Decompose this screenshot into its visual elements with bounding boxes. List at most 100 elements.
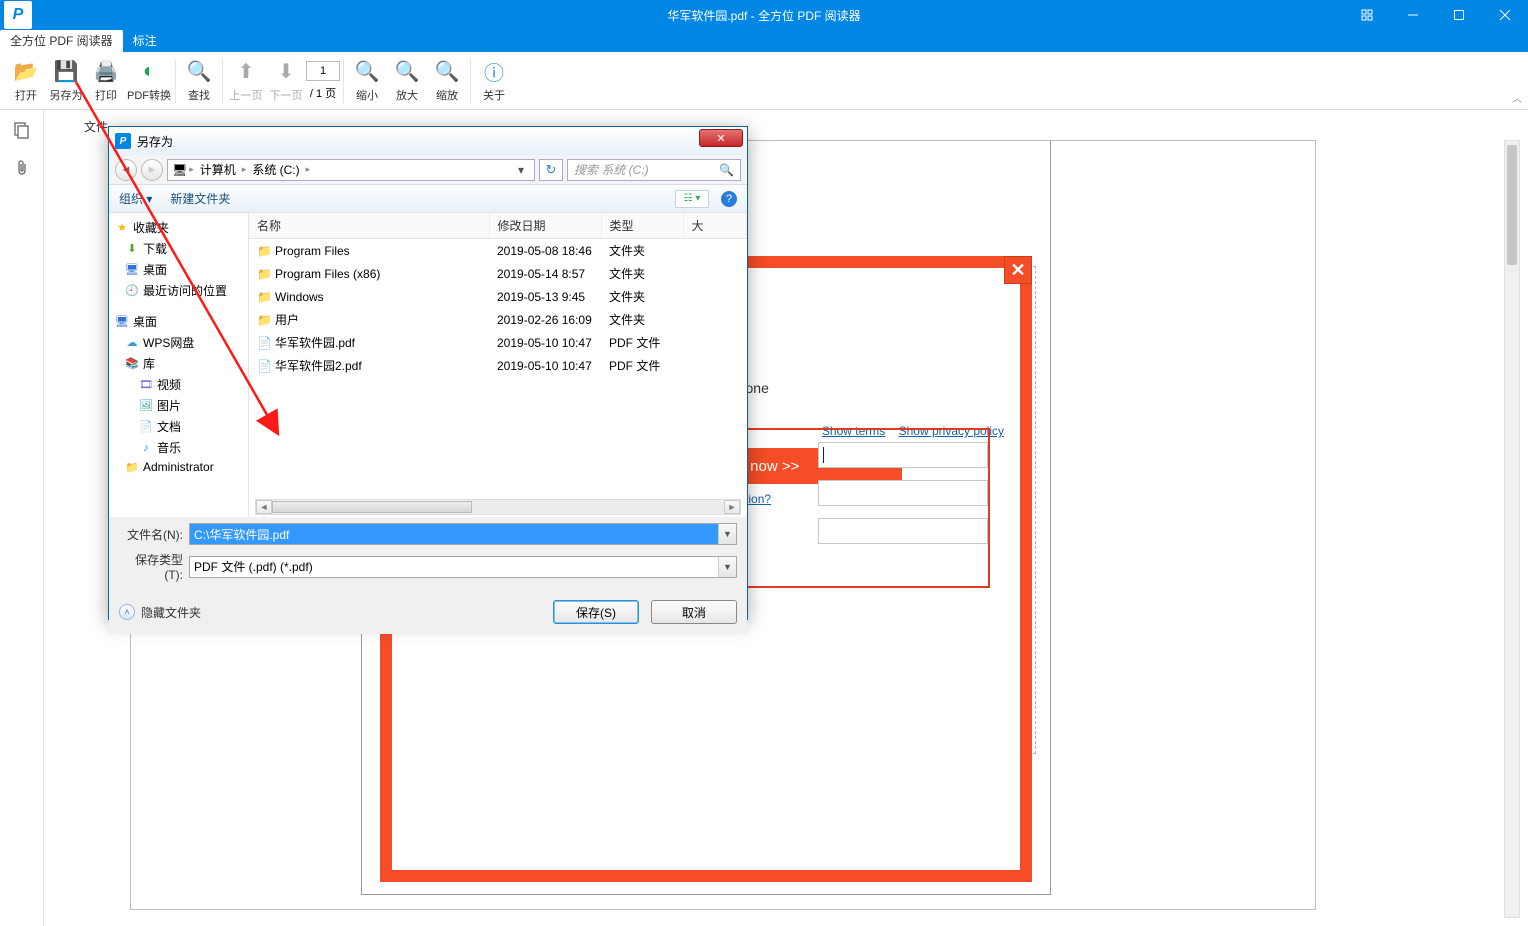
separator	[470, 59, 471, 103]
binoculars-icon: 🔍	[186, 59, 212, 85]
picture-icon: 🖼	[139, 399, 153, 413]
recent-icon: 🕘	[125, 284, 139, 298]
open-button[interactable]: 📂打开	[6, 54, 46, 108]
tree-videos[interactable]: 🎞视频	[111, 374, 246, 395]
maximize-button[interactable]	[1436, 0, 1482, 30]
dialog-app-icon: P	[115, 133, 131, 149]
filetype-label: 保存类型(T):	[119, 551, 183, 582]
zoom-dropdown-button[interactable]: 🔍缩放	[427, 54, 467, 108]
cloud-icon: ☁	[125, 336, 139, 350]
forward-button[interactable]: ►	[141, 159, 163, 181]
save-icon: 💾	[53, 59, 79, 85]
form-field-3[interactable]	[818, 518, 988, 544]
vertical-scrollbar[interactable]	[1504, 140, 1520, 918]
dialog-command-row: 组织 ▾ 新建文件夹 ☷ ▾ ?	[109, 185, 747, 213]
print-button[interactable]: 🖨️打印	[86, 54, 126, 108]
zoom-out-button[interactable]: 🔍缩小	[347, 54, 387, 108]
table-row[interactable]: 📁用户2019-02-26 16:09文件夹	[249, 308, 747, 331]
col-type[interactable]: 类型	[601, 213, 683, 239]
zoom-in-button[interactable]: 🔍放大	[387, 54, 427, 108]
tab-reader[interactable]: 全方位 PDF 阅读器	[0, 29, 123, 52]
save-button[interactable]: 保存(S)	[553, 600, 639, 624]
back-button[interactable]: ◄	[115, 159, 137, 181]
attachment-icon[interactable]	[10, 156, 34, 180]
tree-music[interactable]: ♪音乐	[111, 437, 246, 458]
files-panel-label: 文件	[84, 118, 108, 135]
star-icon: ★	[115, 221, 129, 235]
scroll-left-icon[interactable]: ◄	[256, 500, 272, 514]
form-field-2[interactable]	[818, 480, 988, 506]
convert-icon: ◐	[136, 59, 162, 85]
tree-administrator[interactable]: 📁Administrator	[111, 458, 246, 476]
new-folder-button[interactable]: 新建文件夹	[170, 190, 230, 207]
info-icon: ⓘ	[481, 59, 507, 85]
table-row[interactable]: 📄华军软件园2.pdf2019-05-10 10:47PDF 文件	[249, 354, 747, 377]
tree-desktop-fav[interactable]: 🖥桌面	[111, 259, 246, 280]
tree-desktop[interactable]: 🖥桌面	[111, 311, 246, 332]
dialog-footer: 文件名(N): C:\华军软件园.pdf▼ 保存类型(T): PDF 文件 (.…	[109, 517, 747, 634]
minimize-button[interactable]	[1390, 0, 1436, 30]
table-row[interactable]: 📄华军软件园.pdf2019-05-10 10:47PDF 文件	[249, 331, 747, 354]
prev-page-button[interactable]: ⬆上一页	[226, 54, 266, 108]
help-icon[interactable]: ?	[721, 191, 737, 207]
chevron-down-icon[interactable]: ▼	[718, 524, 736, 544]
search-input[interactable]: 搜索 系统 (C:)🔍	[567, 159, 741, 181]
horizontal-scrollbar[interactable]: ◄ ►	[255, 499, 741, 515]
breadcrumb-computer[interactable]: 计算机	[196, 161, 240, 178]
document-icon: 📄	[139, 420, 153, 434]
scrollbar-thumb[interactable]	[1507, 145, 1517, 265]
close-icon[interactable]: ✕	[1004, 256, 1032, 284]
page-current-input[interactable]: 1	[306, 61, 340, 81]
pdf-icon: 📄	[257, 359, 271, 373]
convert-button[interactable]: ◐PDF转换	[126, 54, 172, 108]
organize-menu[interactable]: 组织 ▾	[119, 190, 152, 207]
table-row[interactable]: 📁Program Files2019-05-08 18:46文件夹	[249, 239, 747, 263]
copy-icon[interactable]	[10, 118, 34, 142]
folder-icon: 📁	[257, 313, 271, 327]
form-field-1[interactable]	[818, 442, 988, 468]
dialog-body: ★收藏夹 ⬇下载 🖥桌面 🕘最近访问的位置 🖥桌面 ☁WPS网盘 📚库 🎞视频 …	[109, 213, 747, 517]
tree-documents[interactable]: 📄文档	[111, 416, 246, 437]
col-name[interactable]: 名称	[249, 213, 489, 239]
window-title: 华军软件园.pdf - 全方位 PDF 阅读器	[667, 7, 860, 24]
scroll-right-icon[interactable]: ►	[724, 500, 740, 514]
close-button[interactable]	[1482, 0, 1528, 30]
ribbon-collapse-icon[interactable]: ︿	[1512, 90, 1522, 105]
next-page-button[interactable]: ⬇下一页	[266, 54, 306, 108]
tree-downloads[interactable]: ⬇下载	[111, 238, 246, 259]
tree-pictures[interactable]: 🖼图片	[111, 395, 246, 416]
hide-folders-toggle[interactable]: ˄隐藏文件夹	[119, 604, 201, 621]
file-list: 名称 修改日期 类型 大 📁Program Files2019-05-08 18…	[249, 213, 747, 517]
video-icon: 🎞	[139, 378, 153, 392]
table-row[interactable]: 📁Windows2019-05-13 9:45文件夹	[249, 285, 747, 308]
tree-libraries[interactable]: 📚库	[111, 353, 246, 374]
about-button[interactable]: ⓘ关于	[474, 54, 514, 108]
save-as-dialog: P 另存为 ✕ ◄ ► 🖥 ▸ 计算机 ▸ 系统 (C:) ▸ ▾ ↻ 搜索 系…	[108, 126, 748, 620]
chevron-right-icon: ▸	[306, 164, 311, 175]
find-button[interactable]: 🔍查找	[179, 54, 219, 108]
dialog-close-button[interactable]: ✕	[699, 129, 743, 147]
address-dropdown-icon[interactable]: ▾	[512, 163, 530, 177]
view-mode-button[interactable]: ☷ ▾	[675, 190, 709, 208]
filetype-select[interactable]: PDF 文件 (.pdf) (*.pdf)▼	[189, 556, 737, 578]
address-bar[interactable]: 🖥 ▸ 计算机 ▸ 系统 (C:) ▸ ▾	[167, 159, 535, 181]
saveas-button[interactable]: 💾另存为	[46, 54, 86, 108]
scrollbar-thumb[interactable]	[272, 501, 472, 513]
col-size[interactable]: 大	[683, 213, 747, 239]
chevron-down-icon[interactable]: ▼	[718, 557, 736, 577]
dialog-navrow: ◄ ► 🖥 ▸ 计算机 ▸ 系统 (C:) ▸ ▾ ↻ 搜索 系统 (C:)🔍	[109, 155, 747, 185]
cancel-button[interactable]: 取消	[651, 600, 737, 624]
search-icon: 🔍	[719, 163, 734, 177]
tree-favorites[interactable]: ★收藏夹	[111, 217, 246, 238]
dialog-titlebar: P 另存为 ✕	[109, 127, 747, 155]
col-date[interactable]: 修改日期	[489, 213, 601, 239]
filename-input[interactable]: C:\华军软件园.pdf▼	[189, 523, 737, 545]
breadcrumb-drive[interactable]: 系统 (C:)	[248, 161, 303, 178]
window-group-icon[interactable]	[1344, 0, 1390, 30]
tab-annotate[interactable]: 标注	[123, 29, 167, 52]
tree-wps[interactable]: ☁WPS网盘	[111, 332, 246, 353]
tree-recent[interactable]: 🕘最近访问的位置	[111, 280, 246, 301]
music-icon: ♪	[139, 441, 153, 455]
table-row[interactable]: 📁Program Files (x86)2019-05-14 8:57文件夹	[249, 262, 747, 285]
refresh-button[interactable]: ↻	[539, 159, 563, 181]
